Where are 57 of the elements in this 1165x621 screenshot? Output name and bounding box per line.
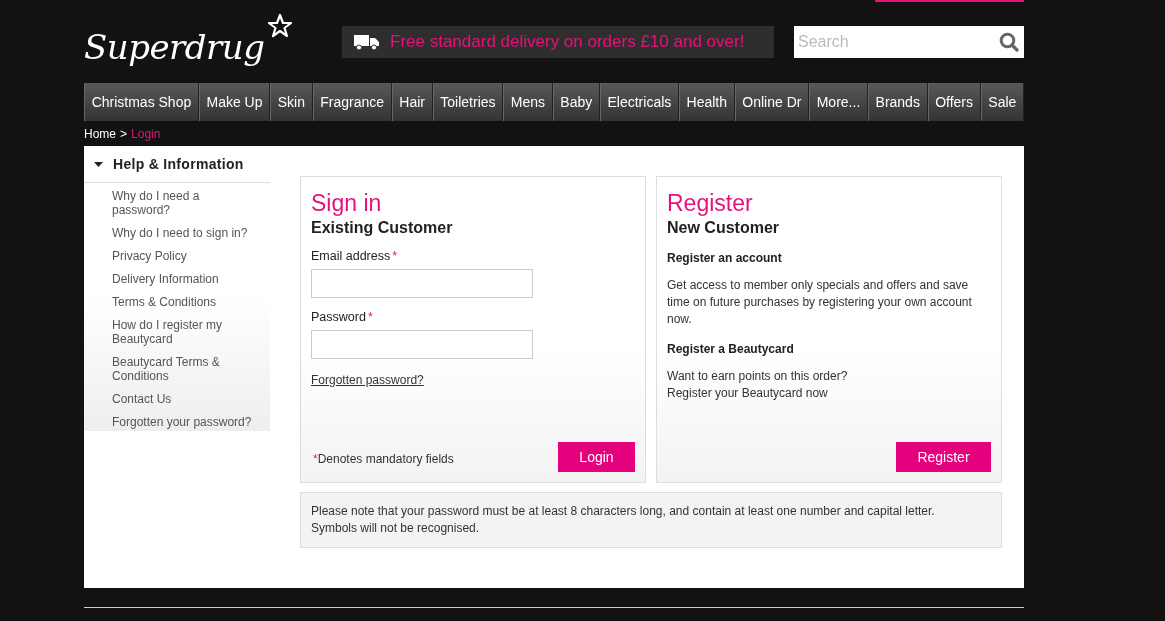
search-icon[interactable]	[999, 31, 1019, 52]
required-mark: *	[313, 452, 318, 466]
nav-tab[interactable]: Health	[678, 83, 735, 121]
nav-tab[interactable]: Skin	[270, 83, 313, 121]
sidebar-link[interactable]: Why do I need a password?	[112, 189, 257, 217]
sidebar-link[interactable]: Why do I need to sign in?	[112, 226, 257, 240]
sidebar-link[interactable]: Terms & Conditions	[112, 295, 257, 309]
nav-tab[interactable]: Fragrance	[312, 83, 392, 121]
sidebar-link[interactable]: How do I register my Beautycard	[112, 318, 257, 346]
sidebar-link[interactable]: Forgotten your password?	[112, 415, 257, 429]
panel-subtitle: Existing Customer	[311, 219, 454, 237]
note-text: Symbols will not be recognised.	[311, 520, 481, 537]
register-button[interactable]: Register	[896, 442, 991, 472]
sidebar-link[interactable]: Contact Us	[112, 392, 257, 406]
panel-title: Sign in	[311, 189, 383, 217]
nav-tab[interactable]: Baby	[552, 83, 600, 121]
section-heading: Register a Beautycard	[667, 342, 795, 356]
nav-tab[interactable]: Brands	[867, 83, 928, 121]
description-text: Want to earn points on this order?	[667, 368, 849, 385]
nav-tab[interactable]: Sale	[980, 83, 1024, 121]
panel-title: Register	[667, 189, 754, 217]
logo-text[interactable]: Superdrug	[84, 26, 265, 67]
promo-text: Free standard delivery on orders £10 and over!	[390, 31, 745, 52]
breadcrumb-separator: >	[120, 126, 128, 141]
section-heading: Register an account	[667, 251, 783, 265]
nav-tab[interactable]: Offers	[927, 83, 981, 121]
nav-tab[interactable]: More...	[809, 83, 868, 121]
caret-icon[interactable]	[94, 159, 103, 169]
forgot-password-link[interactable]: Forgotten password?	[311, 373, 424, 387]
sidebar-heading[interactable]: Help & Information	[113, 156, 244, 172]
nav-tab[interactable]: Mens	[503, 83, 553, 121]
nav-tab[interactable]: Hair	[391, 83, 433, 121]
nav-tab[interactable]: Online Dr	[734, 83, 810, 121]
breadcrumb-link[interactable]: Login	[131, 126, 161, 141]
nav-tab[interactable]: Christmas Shop	[84, 83, 199, 121]
search-field[interactable]: Search	[794, 25, 1024, 58]
truck-icon	[354, 32, 380, 51]
input-field[interactable]	[311, 269, 533, 298]
sidebar-link[interactable]: Beautycard Terms & Conditions	[112, 355, 257, 383]
description-text: Register your Beautycard now	[667, 385, 829, 402]
input-field[interactable]	[311, 330, 533, 359]
description-text: Get access to member only specials and offers and save time on future purchases by registering your own account now.	[667, 277, 973, 328]
note-text: Please note that your password must be at least 8 characters long, and contain at least one number and capital letter.	[311, 503, 936, 520]
sidebar-link[interactable]: Privacy Policy	[112, 249, 257, 263]
panel-subtitle: New Customer	[667, 219, 781, 237]
field-label: Email address	[311, 249, 391, 263]
field-label: Password	[311, 310, 366, 324]
nav-tab[interactable]: Toiletries	[432, 83, 504, 121]
nav-tab[interactable]: Make Up	[198, 83, 271, 121]
required-mark: *	[367, 310, 373, 324]
required-mark: *	[392, 249, 398, 263]
login-button[interactable]: Login	[558, 442, 635, 472]
breadcrumb-link[interactable]: Home	[84, 126, 116, 141]
nav-tab[interactable]: Electricals	[599, 83, 679, 121]
sidebar-link[interactable]: Delivery Information	[112, 272, 257, 286]
mandatory-note: Denotes mandatory fields	[317, 452, 454, 466]
star-icon	[266, 12, 293, 39]
